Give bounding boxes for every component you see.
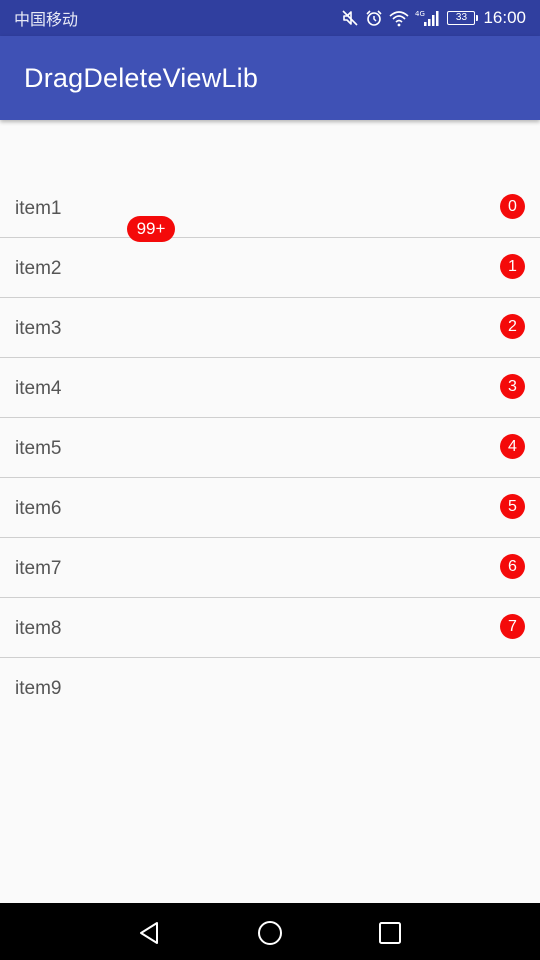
mute-icon xyxy=(341,8,359,28)
clock: 16:00 xyxy=(483,8,526,27)
list-item[interactable]: item5 4 xyxy=(0,418,540,478)
svg-text:4G: 4G xyxy=(415,10,425,18)
status-bar: 中国移动 4G 33 16:00 xyxy=(0,0,540,36)
back-icon xyxy=(140,922,158,944)
unread-badge[interactable]: 7 xyxy=(500,614,525,639)
carrier-name: 中国移动 xyxy=(14,10,79,29)
item-label: item5 xyxy=(15,438,62,459)
navigation-bar xyxy=(0,903,540,960)
unread-badge[interactable]: 0 xyxy=(500,194,525,219)
status-icons: 4G 33 16:00 xyxy=(341,8,526,28)
unread-badge[interactable]: 1 xyxy=(500,254,525,279)
item-label: item9 xyxy=(15,678,62,699)
list-item[interactable]: item2 1 xyxy=(0,238,540,298)
item-label: item2 xyxy=(15,258,62,279)
unread-badge[interactable]: 6 xyxy=(500,554,525,579)
list-item[interactable]: item1 0 xyxy=(0,178,540,238)
wifi-icon xyxy=(389,8,409,28)
recents-icon xyxy=(379,922,401,944)
signal-icon: 4G xyxy=(415,8,441,28)
list-item[interactable]: item8 7 xyxy=(0,598,540,658)
back-button[interactable] xyxy=(130,913,170,953)
list-item[interactable]: item7 6 xyxy=(0,538,540,598)
app-title: DragDeleteViewLib xyxy=(24,62,259,93)
list-item[interactable]: item3 2 xyxy=(0,298,540,358)
app-bar: DragDeleteViewLib xyxy=(0,36,540,120)
item-label: item8 xyxy=(15,618,62,639)
home-icon xyxy=(258,921,282,945)
item-label: item1 xyxy=(15,198,62,219)
item-label: item3 xyxy=(15,318,62,339)
recents-button[interactable] xyxy=(370,913,410,953)
alarm-icon xyxy=(365,8,383,28)
item-list: item1 0 item2 1 item3 2 item4 3 item5 4 … xyxy=(0,178,540,717)
dragged-badge[interactable]: 99+ xyxy=(127,216,175,242)
list-item[interactable]: item9 xyxy=(0,658,540,717)
item-label: item6 xyxy=(15,498,62,519)
unread-badge[interactable]: 4 xyxy=(500,434,525,459)
item-label: item7 xyxy=(15,558,62,579)
unread-badge[interactable]: 2 xyxy=(500,314,525,339)
item-label: item4 xyxy=(15,378,62,399)
unread-badge[interactable]: 5 xyxy=(500,494,525,519)
list-item[interactable]: item6 5 xyxy=(0,478,540,538)
unread-badge[interactable]: 3 xyxy=(500,374,525,399)
list-item[interactable]: item4 3 xyxy=(0,358,540,418)
battery-icon: 33 xyxy=(447,11,479,25)
home-button[interactable] xyxy=(250,913,290,953)
